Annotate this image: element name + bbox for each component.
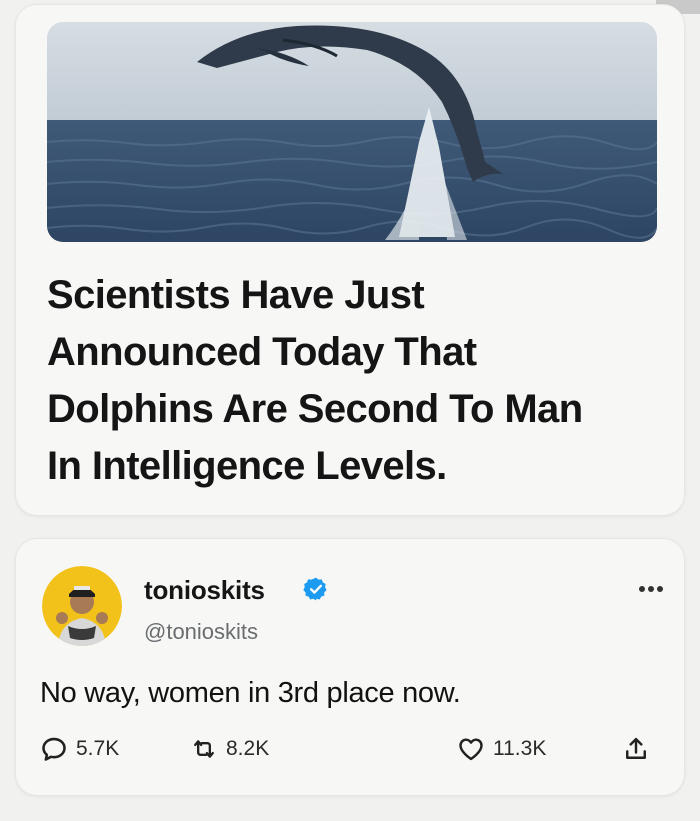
share-icon xyxy=(626,737,646,759)
headline-line: Announced Today That xyxy=(47,330,477,374)
avatar[interactable] xyxy=(42,566,122,646)
like-count: 11.3K xyxy=(493,737,547,760)
user-handle[interactable]: @tonioskits xyxy=(144,619,258,645)
user-display-name[interactable]: tonioskits xyxy=(144,575,265,606)
share-button[interactable] xyxy=(622,734,650,764)
retweet-icon xyxy=(194,740,214,758)
more-options-icon[interactable] xyxy=(638,583,664,595)
like-button[interactable]: 11.3K xyxy=(457,734,546,764)
retweet-count: 8.2K xyxy=(226,737,270,760)
retweet-button[interactable]: 8.2K xyxy=(190,734,269,764)
headline-line: In Intelligence Levels. xyxy=(47,444,447,488)
headline-line: Dolphins Are Second To Man xyxy=(47,387,583,431)
headline-line: Scientists Have Just xyxy=(47,273,425,317)
reply-icon xyxy=(42,737,66,761)
tweet-card[interactable]: tonioskits @tonioskits No way, women in … xyxy=(15,538,685,796)
heart-icon xyxy=(459,738,483,761)
reply-button[interactable]: 5.7K xyxy=(40,734,119,764)
article-headline[interactable]: Scientists Have Just Announced Today Tha… xyxy=(47,267,667,495)
dolphin-jumping-photo xyxy=(47,22,657,242)
reply-count: 5.7K xyxy=(76,737,120,760)
verified-badge-icon xyxy=(303,576,329,602)
tweet-text: No way, women in 3rd place now. xyxy=(40,677,461,709)
article-card[interactable]: Scientists Have Just Announced Today Tha… xyxy=(15,4,685,516)
